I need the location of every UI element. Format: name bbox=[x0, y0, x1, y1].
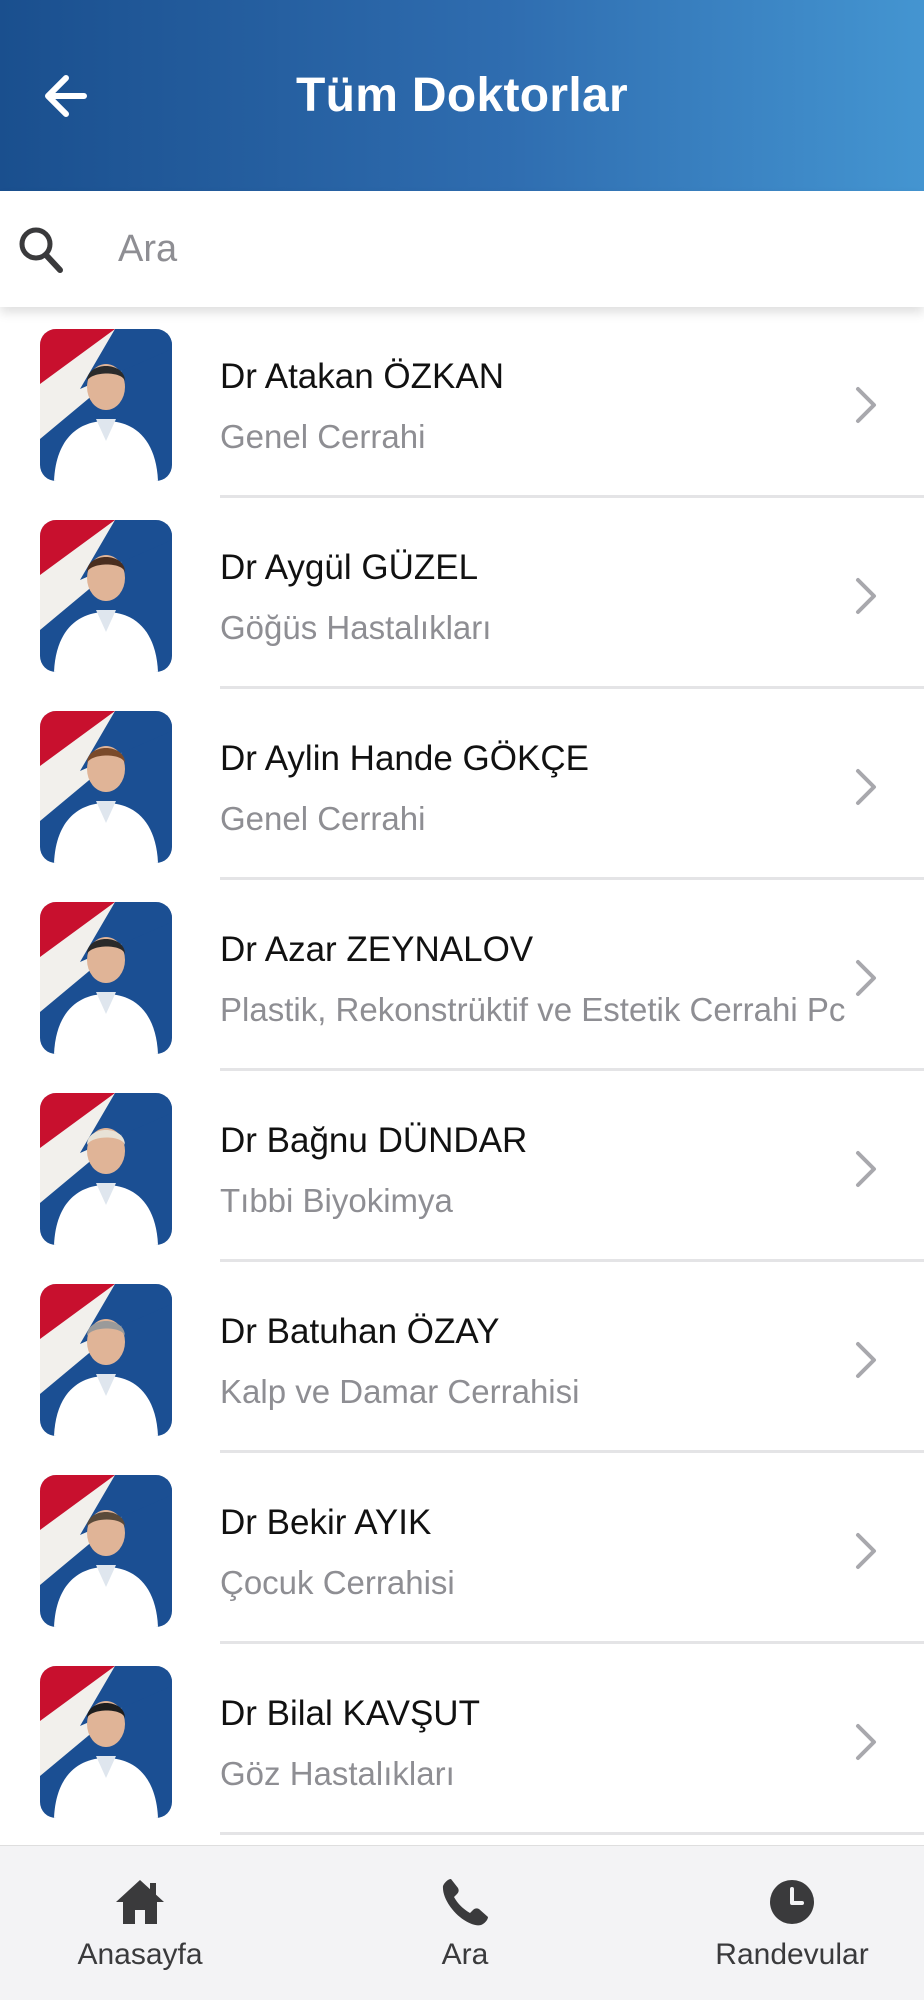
doctor-avatar bbox=[40, 1666, 172, 1818]
doctor-avatar bbox=[40, 902, 172, 1054]
doctor-name: Dr Batuhan ÖZAY bbox=[220, 1312, 500, 1351]
chevron-right-icon bbox=[854, 767, 878, 807]
doctor-avatar bbox=[40, 520, 172, 672]
doctor-specialty: Genel Cerrahi bbox=[220, 418, 426, 455]
doctor-name: Dr Bekir AYIK bbox=[220, 1503, 432, 1542]
doctor-avatar bbox=[40, 1284, 172, 1436]
home-icon bbox=[116, 1880, 164, 1924]
chevron-right-icon bbox=[854, 385, 878, 425]
tab-appointments[interactable]: Randevular bbox=[700, 1846, 884, 2000]
doctor-name: Dr Atakan ÖZKAN bbox=[220, 357, 504, 396]
chevron-right-icon bbox=[854, 958, 878, 998]
tab-home-label: Anasayfa bbox=[77, 1938, 203, 1971]
chevron-right-icon bbox=[854, 1149, 878, 1189]
doctor-list-item[interactable]: Dr Azar ZEYNALOV Plastik, Rekonstrüktif v… bbox=[0, 880, 924, 1071]
tab-call-label: Ara bbox=[441, 1938, 489, 1971]
bottom-tab-bar: Anasayfa Ara Randevular bbox=[0, 1845, 924, 2000]
search-icon bbox=[19, 227, 63, 273]
doctor-name: Dr Azar ZEYNALOV bbox=[220, 930, 534, 969]
doctor-list-item[interactable]: Dr Bağnu DÜNDAR Tıbbi Biyokimya bbox=[0, 1071, 924, 1262]
chevron-right-icon bbox=[854, 1340, 878, 1380]
header-bar: Tüm Doktorlar bbox=[0, 0, 924, 191]
page-title: Tüm Doktorlar bbox=[296, 69, 628, 122]
doctor-list-item[interactable]: Dr Bilal KAVŞUT Göz Hastalıkları bbox=[0, 1644, 924, 1835]
doctor-name: Dr Bağnu DÜNDAR bbox=[220, 1121, 528, 1160]
doctor-specialty: Göz Hastalıkları bbox=[220, 1755, 455, 1792]
tab-appointments-label: Randevular bbox=[715, 1938, 869, 1971]
doctor-avatar bbox=[40, 329, 172, 481]
list-divider bbox=[220, 1832, 924, 1835]
search-bar bbox=[0, 191, 924, 307]
doctor-specialty: Kalp ve Damar Cerrahisi bbox=[220, 1373, 580, 1410]
doctor-specialty: Göğüs Hastalıkları bbox=[220, 609, 492, 646]
tab-call[interactable]: Ara bbox=[375, 1846, 555, 2000]
tab-home[interactable]: Anasayfa bbox=[50, 1846, 230, 2000]
doctor-list-item[interactable]: Dr Aygül GÜZEL Göğüs Hastalıkları bbox=[0, 498, 924, 689]
doctor-specialty: Çocuk Cerrahisi bbox=[220, 1564, 455, 1601]
doctor-name: Dr Bilal KAVŞUT bbox=[220, 1694, 480, 1733]
doctor-specialty: Plastik, Rekonstrüktif ve Estetik Cerrah… bbox=[220, 991, 846, 1028]
chevron-right-icon bbox=[854, 1722, 878, 1762]
doctor-avatar bbox=[40, 1475, 172, 1627]
doctor-specialty: Genel Cerrahi bbox=[220, 800, 426, 837]
app-screen: Tüm Doktorlar Dr Atakan ÖZKAN Genel Cerra… bbox=[0, 0, 924, 2000]
doctor-list-item[interactable]: Dr Atakan ÖZKAN Genel Cerrahi bbox=[0, 307, 924, 498]
phone-icon bbox=[442, 1879, 488, 1926]
chevron-right-icon bbox=[854, 576, 878, 616]
doctor-list-item[interactable]: Dr Batuhan ÖZAY Kalp ve Damar Cerrahisi bbox=[0, 1262, 924, 1453]
doctor-avatar bbox=[40, 1093, 172, 1245]
doctor-name: Dr Aygül GÜZEL bbox=[220, 548, 479, 587]
doctor-list-item[interactable]: Dr Aylin Hande GÖKÇE Genel Cerrahi bbox=[0, 689, 924, 880]
chevron-right-icon bbox=[854, 1531, 878, 1571]
doctor-list: Dr Atakan ÖZKAN Genel Cerrahi Dr Aygül GÜZ… bbox=[0, 307, 924, 1845]
search-input[interactable] bbox=[118, 217, 878, 281]
clock-icon bbox=[770, 1880, 814, 1924]
doctor-name: Dr Aylin Hande GÖKÇE bbox=[220, 739, 589, 778]
doctor-specialty: Tıbbi Biyokimya bbox=[220, 1182, 453, 1219]
doctor-avatar bbox=[40, 711, 172, 863]
doctor-list-item[interactable]: Dr Bekir AYIK Çocuk Cerrahisi bbox=[0, 1453, 924, 1644]
